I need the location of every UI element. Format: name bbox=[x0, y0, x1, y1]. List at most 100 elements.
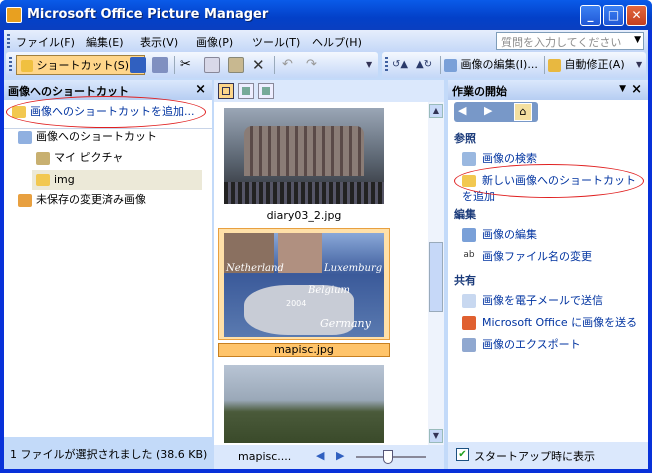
edit-pictures-button[interactable]: 画像の編集(I)... bbox=[444, 55, 538, 75]
export-pictures-link[interactable]: 画像のエクスポート bbox=[462, 336, 581, 352]
menu-view[interactable]: 表示(V) bbox=[140, 34, 178, 50]
toolbar-options-chevron[interactable]: ▼ bbox=[366, 55, 372, 75]
map-label: Germany bbox=[320, 317, 371, 330]
tree-item-shortcuts-root[interactable]: 画像へのショートカット bbox=[18, 127, 157, 147]
chevron-down-icon: ▼ bbox=[636, 60, 643, 69]
minimize-button[interactable]: _ bbox=[580, 5, 601, 26]
folder-icon bbox=[21, 60, 33, 72]
scrollbar-thumb[interactable] bbox=[429, 242, 443, 312]
previous-icon[interactable]: ◀ bbox=[316, 449, 324, 462]
menu-tools[interactable]: ツール(T) bbox=[252, 34, 300, 50]
menu-picture[interactable]: 画像(P) bbox=[196, 34, 233, 50]
ask-question-placeholder: 質問を入力してください bbox=[501, 36, 622, 49]
scroll-up-icon[interactable]: ▲ bbox=[429, 104, 443, 118]
thumbnail-landscape[interactable] bbox=[224, 365, 384, 443]
title-bar[interactable]: Microsoft Office Picture Manager _ □ ✕ bbox=[0, 0, 652, 30]
annotation-oval bbox=[454, 164, 644, 198]
pictures-folder-icon bbox=[36, 151, 50, 165]
paste-button[interactable] bbox=[228, 55, 244, 75]
office-icon bbox=[462, 316, 476, 330]
edit-pictures-label: 画像の編集(I)... bbox=[460, 58, 538, 71]
email-pictures-label: 画像を電子メールで送信 bbox=[482, 294, 603, 307]
thumbnail-caption[interactable]: diary03_2.jpg bbox=[224, 209, 384, 222]
toolbar-grip[interactable] bbox=[385, 57, 388, 73]
shortcuts-button[interactable]: ショートカット(S)... bbox=[16, 55, 145, 75]
toolbar-options-chevron[interactable]: ▼ bbox=[636, 55, 642, 75]
menu-file[interactable]: ファイル(F) bbox=[16, 34, 75, 50]
show-at-startup-checkbox[interactable]: ✔ bbox=[456, 448, 469, 461]
thumbnail-scrollbar[interactable]: ▲ ▼ bbox=[428, 102, 444, 445]
tree-item-my-pictures[interactable]: マイ ピクチャ bbox=[36, 148, 123, 168]
people-photo bbox=[278, 233, 322, 273]
shortcuts-pane: 画像へのショートカット × 画像へのショートカットを追加... 画像へのショート… bbox=[4, 80, 212, 437]
thumbnail-mapisc-selected[interactable]: Netherland Luxemburg Belgium 2004 German… bbox=[218, 228, 390, 340]
save-all-button[interactable] bbox=[152, 55, 168, 75]
map-label: 2004 bbox=[286, 299, 307, 308]
copy-icon bbox=[204, 57, 220, 73]
rename-link[interactable]: ab 画像ファイル名の変更 bbox=[462, 248, 592, 264]
thumbnail-diary03[interactable] bbox=[224, 108, 384, 204]
chevron-down-icon[interactable]: ▼ bbox=[634, 35, 641, 45]
scissors-icon: ✂ bbox=[180, 57, 191, 72]
status-text: 1 ファイルが選択されました (38.6 KB) bbox=[10, 448, 208, 461]
toolbar-grip[interactable] bbox=[9, 57, 12, 73]
filmstrip-view-button[interactable] bbox=[238, 83, 254, 99]
task-pane-title: 作業の開始 bbox=[452, 85, 507, 98]
toolbar-separator bbox=[544, 56, 545, 74]
tree-img-label: img bbox=[54, 173, 75, 186]
current-filename: mapisc.... bbox=[238, 450, 292, 463]
thumbnail-view-button[interactable] bbox=[218, 83, 234, 99]
edit-picture-icon bbox=[444, 58, 457, 72]
task-pane-footer: ✔ スタートアップ時に表示 bbox=[448, 442, 648, 469]
menubar-grip[interactable] bbox=[7, 34, 10, 48]
auto-correct-button[interactable]: 自動修正(A) bbox=[548, 55, 625, 75]
back-icon[interactable]: ◀ bbox=[458, 104, 466, 117]
single-view-button[interactable] bbox=[258, 83, 274, 99]
chevron-down-icon: ▼ bbox=[366, 60, 373, 69]
navigation-bar: mapisc.... ◀ ▶ bbox=[214, 445, 444, 469]
tree-root-label: 画像へのショートカット bbox=[36, 130, 157, 143]
shortcuts-label: ショートカット(S)... bbox=[36, 59, 140, 72]
tree-item-unsaved[interactable]: 未保存の変更済み画像 bbox=[18, 190, 146, 210]
thumbnail-caption-selected[interactable]: mapisc.jpg bbox=[218, 343, 390, 357]
copy-button[interactable] bbox=[204, 55, 220, 75]
map-label: Belgium bbox=[308, 285, 350, 296]
next-icon[interactable]: ▶ bbox=[336, 449, 344, 462]
zoom-slider-thumb[interactable] bbox=[382, 450, 393, 464]
email-pictures-link[interactable]: 画像を電子メールで送信 bbox=[462, 292, 603, 308]
redo-button[interactable]: ↷ bbox=[306, 55, 317, 75]
delete-button[interactable]: ✕ bbox=[252, 55, 265, 75]
close-button[interactable]: ✕ bbox=[626, 5, 647, 26]
maximize-button[interactable]: □ bbox=[603, 5, 624, 26]
save-icon bbox=[130, 57, 146, 73]
rename-label: 画像ファイル名の変更 bbox=[482, 250, 592, 263]
send-to-office-link[interactable]: Microsoft Office に画像を送る bbox=[462, 314, 637, 330]
window-title: Microsoft Office Picture Manager bbox=[27, 7, 269, 22]
scroll-down-icon[interactable]: ▼ bbox=[429, 429, 443, 443]
email-icon bbox=[462, 294, 476, 308]
annotation-oval bbox=[6, 96, 206, 128]
toolbar-separator bbox=[274, 56, 275, 74]
close-pane-icon[interactable]: × bbox=[631, 82, 642, 97]
cut-button[interactable]: ✂ bbox=[180, 55, 191, 75]
find-pictures-label: 画像の検索 bbox=[482, 152, 537, 165]
map-image: Netherland Luxemburg Belgium 2004 German… bbox=[224, 233, 384, 337]
menu-edit[interactable]: 編集(E) bbox=[86, 34, 124, 50]
chevron-down-icon[interactable]: ▼ bbox=[619, 84, 626, 94]
rotate-left-button[interactable]: ↺▲ bbox=[392, 55, 408, 75]
close-pane-icon[interactable]: × bbox=[195, 82, 206, 97]
tree-item-img[interactable]: img bbox=[32, 170, 202, 190]
undo-button[interactable]: ↶ bbox=[282, 55, 293, 75]
grid-icon bbox=[222, 87, 230, 95]
rotate-right-button[interactable]: ▲↻ bbox=[416, 55, 432, 75]
ask-question-box[interactable]: 質問を入力してください ▼ bbox=[496, 32, 644, 50]
menu-help[interactable]: ヘルプ(H) bbox=[312, 34, 362, 50]
map-label: Luxemburg bbox=[324, 263, 383, 274]
picture-toolbar: ↺▲ ▲↻ 画像の編集(I)... 自動修正(A) ▼ bbox=[382, 52, 646, 78]
edit-pictures-link[interactable]: 画像の編集 bbox=[462, 226, 537, 242]
paste-icon bbox=[228, 57, 244, 73]
save-button[interactable] bbox=[130, 55, 146, 75]
home-icon[interactable]: ⌂ bbox=[514, 103, 532, 121]
forward-icon[interactable]: ▶ bbox=[484, 104, 492, 117]
toolbar-separator bbox=[174, 56, 175, 74]
